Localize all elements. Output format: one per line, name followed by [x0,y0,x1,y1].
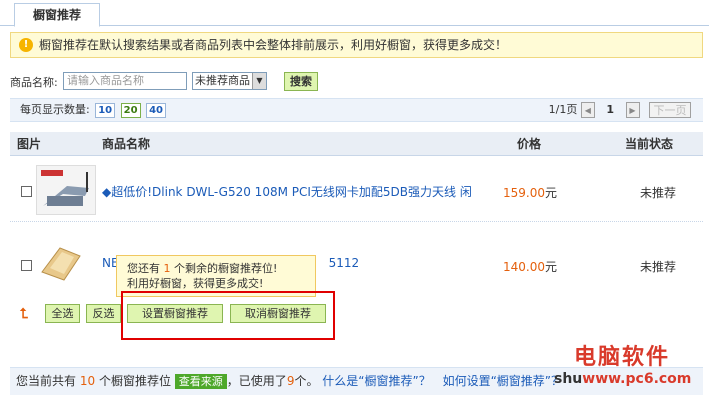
chevron-down-icon: ▼ [252,73,266,89]
product-name-link[interactable]: ◆超低价!Dlink DWL-G520 108M PCI无线网卡加配5DB强力天… [102,183,472,200]
footer-total: 10 [79,374,96,388]
price-value: 159.00 [503,186,545,200]
status-select[interactable]: 未推荐商品 ▼ [192,72,267,90]
what-is-showcase-link[interactable]: 什么是“橱窗推荐”？ [322,374,430,388]
tip-text: 橱窗推荐在默认搜索结果或者商品列表中会整体排前展示，利用好橱窗，获得更多成交！ [39,38,508,52]
footer-pre: 您当前共有 [16,374,77,388]
tooltip-line1: 您还有 1 个剩余的橱窗推荐位! [127,261,315,276]
tooltip-line2: 利用好橱窗，获得更多成交! [127,277,264,290]
product-status: 未推荐 [640,186,677,200]
next-arrow-button[interactable]: ▶ [625,102,640,118]
watermark: 电脑软件 shuwww.pc6.com [554,339,706,395]
page-info: 1/1页 [548,103,578,116]
tab-bar: 橱窗推荐 [0,0,709,27]
product-price: 159.00元 [503,184,557,201]
product-price: 140.00元 [503,258,557,275]
price-unit: 元 [545,260,558,274]
watermark-line2a: shu [554,371,583,387]
search-button[interactable]: 搜索 [284,72,318,91]
tooltip-count: 1 [163,262,171,275]
watermark-line1: 电脑软件 [574,345,671,370]
product-image[interactable] [36,242,96,292]
next-page-button[interactable]: 下一页 [649,102,691,118]
per-page-label: 每页显示数量: [20,103,90,116]
product-name-suffix: 5112 [328,256,360,270]
watermark-line2b: www.pc6.com [582,371,692,387]
per-page-bar: 每页显示数量: 10 20 40 1/1页 ◀ 1 ▶ 下一页 [10,98,703,122]
footer-used-post: 个。 [294,374,319,388]
tab-showcase[interactable]: 橱窗推荐 [14,3,100,27]
tooltip-post: 个剩余的橱窗推荐位! [174,262,278,275]
info-icon: ! [19,38,33,52]
row-checkbox[interactable] [21,186,32,197]
price-value: 140.00 [503,260,545,274]
highlight-box [121,291,335,340]
table-header: 图片 商品名称 价格 当前状态 [10,132,703,156]
invert-selection-button[interactable]: 反选 [86,304,121,323]
table-row: ◆超低价!Dlink DWL-G520 108M PCI无线网卡加配5DB强力天… [10,160,703,222]
prev-page-button[interactable]: ◀ [580,102,595,118]
header-price: 价格 [517,137,542,151]
footer-mid: 个橱窗推荐位 [98,374,171,388]
select-all-button[interactable]: 全选 [45,304,80,323]
header-status: 当前状态 [625,137,674,151]
per-page-20[interactable]: 20 [120,103,141,118]
header-image: 图片 [17,137,42,151]
price-unit: 元 [545,186,558,200]
per-page-40[interactable]: 40 [146,103,166,118]
watermark-line2: shuwww.pc6.com [554,371,691,387]
tooltip-pre: 您还有 [127,262,160,275]
header-name: 商品名称 [102,137,151,151]
search-input[interactable]: 请输入商品名称 [63,72,187,90]
up-arrow-icon: ⮤ [20,306,29,322]
table-row: NE 5112 140.00元 未推荐 [10,232,703,294]
row-checkbox[interactable] [21,260,32,271]
per-page-10[interactable]: 10 [95,103,116,118]
view-source-button[interactable]: 查看来源 [174,374,227,389]
product-image[interactable] [36,165,96,215]
pager: 1/1页 ◀ 1 ▶ 下一页 [549,102,691,120]
product-status: 未推荐 [640,260,677,274]
status-select-value: 未推荐商品 [195,74,250,87]
footer-used-pre: ，已使用了 [226,374,287,388]
tip-bar: ! 橱窗推荐在默认搜索结果或者商品列表中会整体排前展示，利用好橱窗，获得更多成交… [10,32,703,58]
current-page: 1 [606,103,614,116]
search-label: 商品名称: [10,76,58,89]
how-to-set-showcase-link[interactable]: 如何设置“橱窗推荐”？ [443,374,563,388]
